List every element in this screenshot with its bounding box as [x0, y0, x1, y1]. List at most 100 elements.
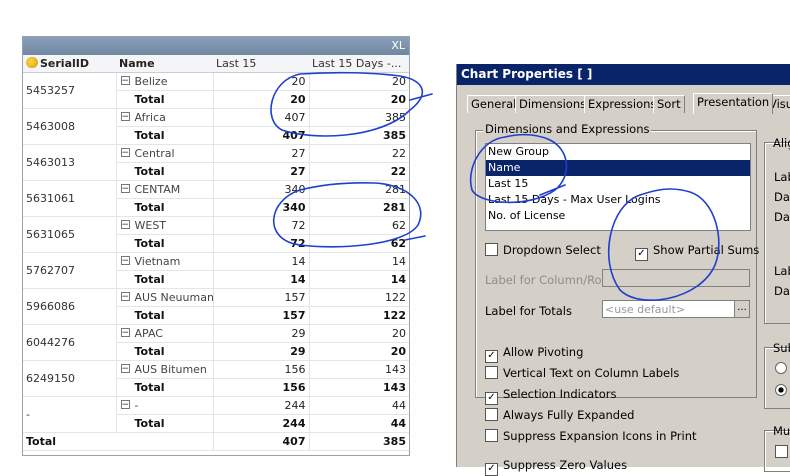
header-serialid[interactable]: SerialID	[23, 55, 116, 73]
table-row: 6249150− AUS Bitumen 156 143	[23, 360, 409, 397]
always-fully-expanded-checkbox[interactable]: Always Fully Expanded	[485, 408, 634, 422]
grand-total-label: Total	[23, 432, 213, 451]
table-row: 6044276− APAC 29 20	[23, 324, 409, 361]
serial-cell[interactable]: 5463013	[23, 144, 117, 181]
name-cell[interactable]: − -	[116, 396, 213, 415]
serial-cell[interactable]: 5631065	[23, 216, 117, 253]
name-cell[interactable]: − Central	[116, 144, 213, 163]
label-for-column-row-input[interactable]	[602, 269, 750, 287]
subtotal-last15: 156	[212, 378, 309, 397]
list-item[interactable]: New Group	[486, 144, 750, 160]
serial-cell[interactable]: -	[23, 396, 117, 433]
collapse-icon[interactable]: −	[120, 148, 130, 158]
suppress-zero-values-checkbox[interactable]: ✓ Suppress Zero Values	[485, 458, 627, 476]
xl-badge[interactable]: XL	[391, 39, 405, 52]
last15days-cell: 281	[308, 180, 409, 199]
subtotal-label: Total	[116, 234, 213, 253]
name-cell[interactable]: − Vietnam	[116, 252, 213, 271]
grand-total-last15: 407	[212, 432, 309, 451]
pivot-handle-icon[interactable]	[26, 57, 38, 68]
dialog-title: Chart Properties [ ]	[457, 64, 790, 85]
subtotal-last15: 29	[212, 342, 309, 361]
checkbox-checked: ✓	[485, 350, 498, 363]
allow-pivoting-checkbox[interactable]: ✓ Allow Pivoting	[485, 345, 583, 363]
multiline-checkbox[interactable]	[775, 445, 788, 458]
last15days-cell: 20	[308, 72, 409, 91]
serial-cell[interactable]: 5966086	[23, 288, 117, 325]
name-cell[interactable]: − WEST	[116, 216, 213, 235]
collapse-icon[interactable]: −	[120, 328, 130, 338]
list-item-selected[interactable]: Name	[486, 160, 750, 176]
subtotal-last15days: 281	[308, 198, 409, 217]
serial-cell[interactable]: 5762707	[23, 252, 117, 289]
collapse-icon[interactable]: −	[120, 220, 130, 230]
checkbox-box	[485, 408, 498, 421]
collapse-icon[interactable]: −	[120, 292, 130, 302]
subtotal-last15days: 20	[308, 342, 409, 361]
totals-ellipsis-button[interactable]: ...	[734, 300, 750, 318]
subtotal-last15days: 44	[308, 414, 409, 433]
checkbox-box	[485, 243, 498, 256]
label-for-column-row-text: Label for Column/Row	[485, 273, 611, 287]
header-name[interactable]: Name	[116, 55, 213, 73]
collapse-icon[interactable]: −	[120, 76, 130, 86]
list-item[interactable]: Last 15	[486, 176, 750, 192]
serial-cell[interactable]: 5453257	[23, 72, 117, 109]
table-row: 5463008− Africa 407 385	[23, 108, 409, 145]
collapse-icon[interactable]: −	[120, 400, 130, 410]
list-item[interactable]: No. of License	[486, 208, 750, 224]
subtotal-last15days: 122	[308, 306, 409, 325]
pivot-grid: SerialID Name Last 15 Last 15 Days -... …	[23, 55, 409, 451]
dimensions-listbox[interactable]: New Group Name Last 15 Last 15 Days - Ma…	[485, 143, 751, 231]
checkbox-checked: ✓	[485, 463, 498, 476]
subtotal-last15: 407	[212, 126, 309, 145]
last15-cell: 20	[212, 72, 309, 91]
list-item[interactable]: Last 15 Days - Max User Logins	[486, 192, 750, 208]
table-row: 5762707− Vietnam 14 14	[23, 252, 409, 289]
align-data-2: Dat	[774, 210, 790, 224]
subtotal-last15: 20	[212, 90, 309, 109]
serial-cell[interactable]: 5463008	[23, 108, 117, 145]
last15days-cell: 122	[308, 288, 409, 307]
serial-cell[interactable]: 6044276	[23, 324, 117, 361]
subtotal-last15: 72	[212, 234, 309, 253]
show-partial-sums-checkbox[interactable]: ✓ Show Partial Sums	[635, 243, 759, 261]
subtotal-last15days: 143	[308, 378, 409, 397]
collapse-icon[interactable]: −	[120, 364, 130, 374]
name-cell[interactable]: − CENTAM	[116, 180, 213, 199]
tab-dimensions[interactable]: Dimensions	[515, 95, 591, 113]
collapse-icon[interactable]: −	[120, 256, 130, 266]
subtotal-last15: 14	[212, 270, 309, 289]
tab-sort[interactable]: Sort	[653, 95, 685, 113]
selection-indicators-checkbox[interactable]: ✓ Selection Indicators	[485, 387, 616, 405]
tab-expressions[interactable]: Expressions	[584, 95, 661, 113]
header-last15[interactable]: Last 15	[213, 55, 309, 73]
label-for-totals-input[interactable]: <use default>	[602, 300, 735, 318]
tab-general[interactable]: General	[467, 95, 521, 113]
last15days-cell: 14	[308, 252, 409, 271]
name-cell[interactable]: − APAC	[116, 324, 213, 343]
suppress-expansion-icons-checkbox[interactable]: Suppress Expansion Icons in Print	[485, 429, 697, 443]
vertical-text-checkbox[interactable]: Vertical Text on Column Labels	[485, 366, 679, 380]
collapse-icon[interactable]: −	[120, 112, 130, 122]
subtotals-radio-1[interactable]	[775, 362, 787, 374]
subtotals-label: Sub	[773, 341, 790, 355]
subtotals-radio-2[interactable]	[775, 384, 787, 396]
collapse-icon[interactable]: −	[120, 184, 130, 194]
subtotal-last15days: 385	[308, 126, 409, 145]
tab-presentation[interactable]: Presentation	[693, 93, 774, 114]
name-cell[interactable]: − Africa	[116, 108, 213, 127]
serial-cell[interactable]: 6249150	[23, 360, 117, 397]
last15-cell: 27	[212, 144, 309, 163]
table-row: - − -244 44	[23, 396, 409, 433]
header-last15days[interactable]: Last 15 Days -...	[309, 55, 409, 73]
align-label-2: Lab	[774, 264, 790, 278]
serial-cell[interactable]: 5631061	[23, 180, 117, 217]
name-cell[interactable]: − Belize	[116, 72, 213, 91]
last15days-cell: 62	[308, 216, 409, 235]
last15days-cell: 385	[308, 108, 409, 127]
name-cell[interactable]: − AUS Neuuman	[116, 288, 213, 307]
subtotal-last15days: 14	[308, 270, 409, 289]
dropdown-select-checkbox[interactable]: Dropdown Select	[485, 243, 601, 257]
name-cell[interactable]: − AUS Bitumen	[116, 360, 213, 379]
